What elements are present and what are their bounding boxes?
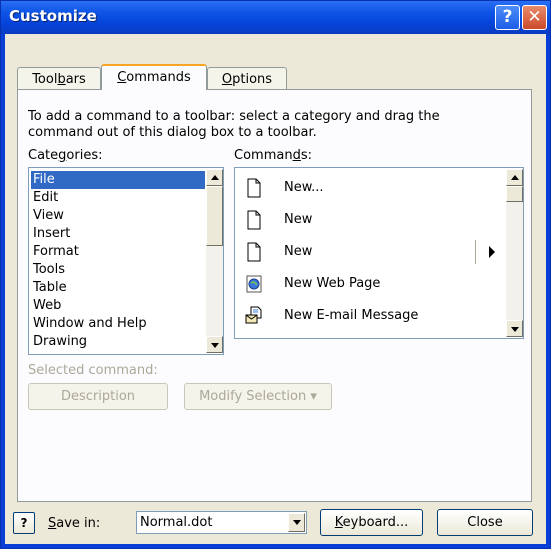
command-item[interactable]: New E-mail Message xyxy=(237,300,501,332)
help-icon[interactable]: ? xyxy=(13,512,35,534)
category-item[interactable]: Edit xyxy=(31,189,203,207)
submenu-separator xyxy=(475,240,476,264)
command-item[interactable]: New... xyxy=(237,172,501,204)
command-item-label: New E-mail Message xyxy=(284,308,419,323)
category-item[interactable]: Format xyxy=(31,243,203,261)
close-title-button[interactable]: ✕ xyxy=(522,5,547,30)
tab-commands-mnemonic: C xyxy=(117,70,127,85)
command-item-label: New Web Page xyxy=(284,276,381,291)
category-item[interactable]: File xyxy=(31,171,205,189)
command-item[interactable]: New xyxy=(237,204,501,236)
categories-label-post: ories: xyxy=(66,148,103,163)
command-item-label: New xyxy=(284,212,313,227)
categories-label-pre: Cate xyxy=(28,148,59,163)
save-in-dropdown-button[interactable] xyxy=(288,513,305,532)
commands-scroll-down-button[interactable] xyxy=(506,320,523,337)
dropdown-arrow-icon: ▾ xyxy=(310,389,317,404)
category-item[interactable]: View xyxy=(31,207,203,225)
web-page-icon xyxy=(246,275,262,293)
description-button[interactable]: Description xyxy=(28,383,168,410)
commands-scroll-thumb[interactable] xyxy=(506,186,523,202)
scroll-up-arrow-icon xyxy=(511,175,519,180)
customize-dialog: Customize ? ✕ Toolbars Commands Options … xyxy=(0,0,551,549)
categories-listbox[interactable]: File Edit View Insert Format Tools Table… xyxy=(28,167,224,355)
category-item[interactable]: Insert xyxy=(31,225,203,243)
command-item-label: New xyxy=(284,244,313,259)
tab-options[interactable]: Options xyxy=(207,67,287,90)
categories-scroll-thumb[interactable] xyxy=(206,186,223,246)
keyboard-button[interactable]: Keyboard... xyxy=(320,509,423,536)
tab-options-mnemonic: O xyxy=(221,72,233,87)
category-item[interactable]: Window and Help xyxy=(31,315,203,333)
submenu-arrow-icon xyxy=(489,246,495,258)
selected-command-label: Selected command: xyxy=(28,363,158,378)
commands-label-pre: Comman xyxy=(234,148,293,163)
commands-tab-panel: To add a command to a toolbar: select a … xyxy=(17,89,532,502)
save-in-value: Normal.dot xyxy=(140,515,213,530)
modify-selection-label: Modify Selection xyxy=(199,389,307,404)
commands-label: Commands: xyxy=(234,148,312,163)
commands-label-post: s: xyxy=(300,148,312,163)
tab-toolbars-mnemonic: b xyxy=(57,72,66,87)
blank-document-icon xyxy=(247,242,261,262)
title-bar[interactable]: Customize ? ✕ xyxy=(1,1,550,34)
keyboard-mnemonic: K xyxy=(334,515,343,530)
command-item-label: New... xyxy=(284,180,324,195)
category-item[interactable]: Tools xyxy=(31,261,203,279)
help-title-button[interactable]: ? xyxy=(495,5,520,30)
instructions-line-2: command out of this dialog box to a tool… xyxy=(28,125,317,140)
scroll-down-arrow-icon xyxy=(511,327,519,332)
email-message-icon xyxy=(245,306,262,324)
blank-document-icon xyxy=(247,178,261,198)
window-title: Customize xyxy=(9,7,97,25)
commands-scrollbar[interactable] xyxy=(506,169,523,337)
blank-document-icon xyxy=(247,210,261,230)
save-in-combobox[interactable]: Normal.dot xyxy=(136,511,307,534)
category-item[interactable]: Table xyxy=(31,279,203,297)
scroll-up-arrow-icon xyxy=(211,175,219,180)
commands-listbox[interactable]: New... New New New Web Page New E-mail M… xyxy=(234,167,524,339)
commands-label-mnemonic: d xyxy=(292,148,301,163)
modify-selection-button[interactable]: Modify Selection ▾ xyxy=(184,383,332,410)
keyboard-label-post: eyboard... xyxy=(342,515,409,530)
categories-scroll-down-button[interactable] xyxy=(206,336,223,353)
tab-options-label-post: ptions xyxy=(232,72,273,87)
instructions-line-1: To add a command to a toolbar: select a … xyxy=(28,109,440,124)
categories-scrollbar[interactable] xyxy=(206,169,223,353)
categories-scroll-up-button[interactable] xyxy=(206,169,223,186)
category-item[interactable]: Web xyxy=(31,297,203,315)
close-button[interactable]: Close xyxy=(437,509,533,536)
save-in-label-post: ave in: xyxy=(56,516,101,531)
category-item[interactable]: Drawing xyxy=(31,333,203,351)
commands-scroll-up-button[interactable] xyxy=(506,169,523,186)
save-in-label: Save in: xyxy=(48,516,100,531)
tab-toolbars[interactable]: Toolbars xyxy=(17,67,101,90)
command-item[interactable]: New Web Page xyxy=(237,268,501,300)
chevron-down-icon xyxy=(293,520,301,525)
tab-toolbars-label-post: ars xyxy=(65,72,86,87)
categories-label: Categories: xyxy=(28,148,102,163)
tab-commands-label-post: ommands xyxy=(126,70,191,85)
dialog-client-area: Toolbars Commands Options To add a comma… xyxy=(5,34,546,544)
scroll-down-arrow-icon xyxy=(211,343,219,348)
command-item[interactable]: New xyxy=(237,236,501,268)
tab-toolbars-label-pre: Tool xyxy=(32,72,58,87)
tab-commands[interactable]: Commands xyxy=(101,64,207,90)
